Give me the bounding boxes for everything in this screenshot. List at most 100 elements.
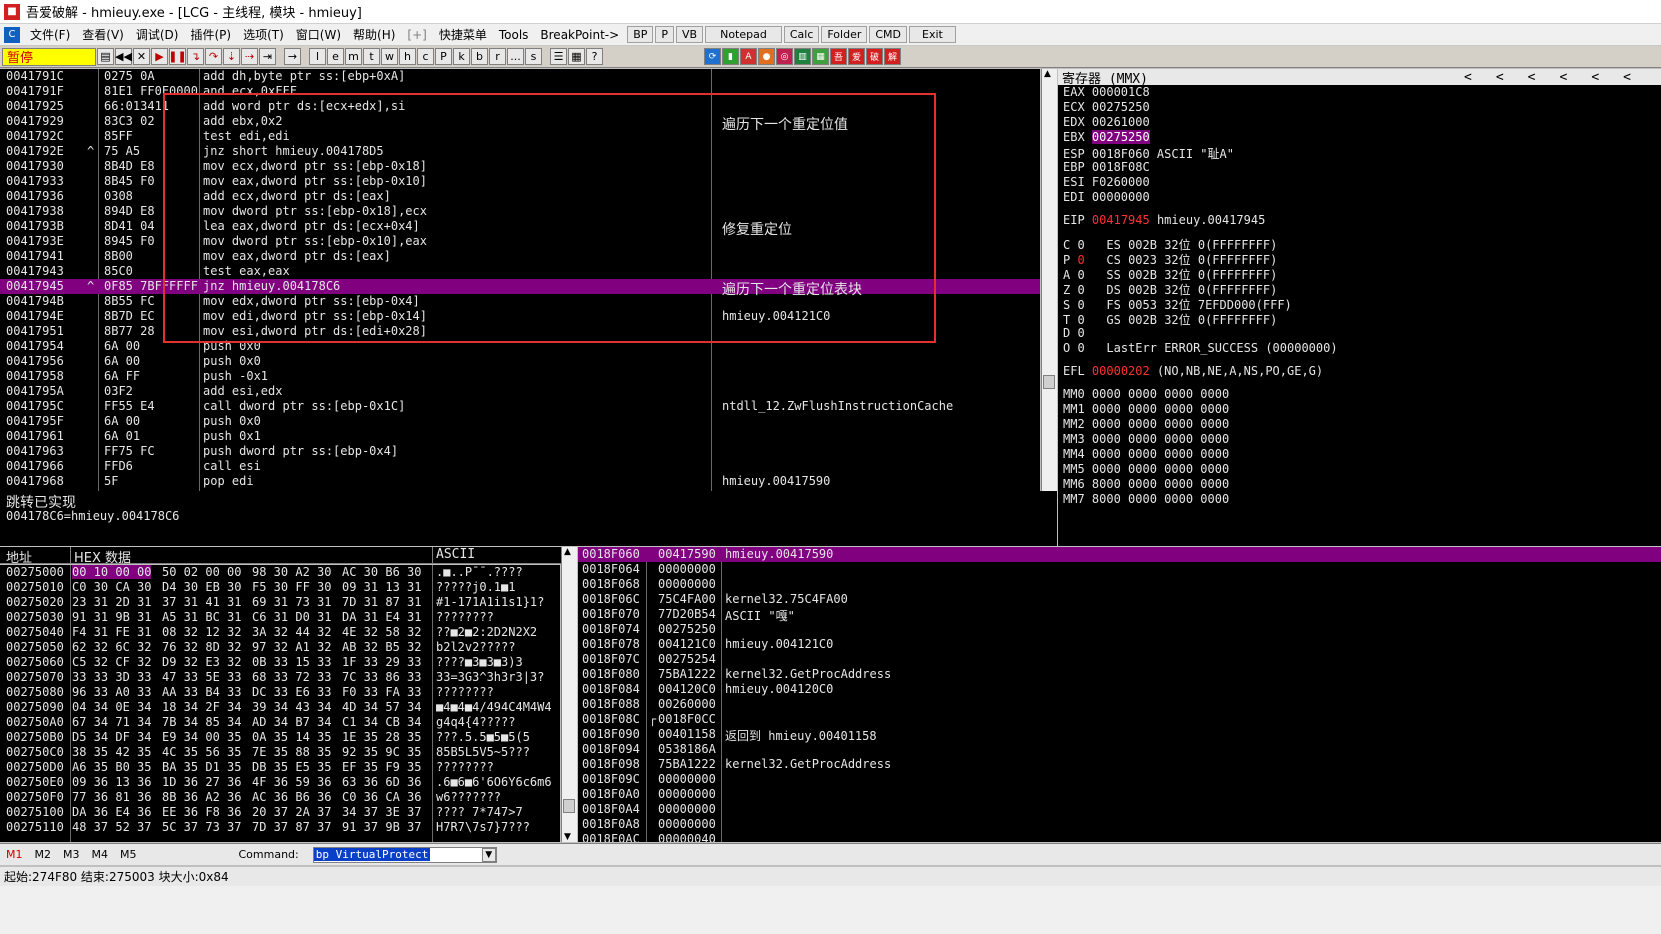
dump-row[interactable]: 00275100 DA 36 E4 36 EE 36 F8 36 20 37 2A 3… xyxy=(0,805,560,820)
dump-row[interactable]: 00275020 23 31 2D 31 37 31 41 31 69 31 73 3… xyxy=(0,595,560,610)
register-line[interactable]: ESI F0260000 xyxy=(1063,175,1150,189)
notepad-button[interactable]: Notepad xyxy=(705,26,782,43)
stack-row[interactable]: 0018F0A0 00000000 xyxy=(578,787,1661,802)
calc-button[interactable]: Calc xyxy=(783,26,820,43)
step-into-icon[interactable]: ↴ xyxy=(187,48,204,65)
step-over-icon[interactable]: ↷ xyxy=(205,48,222,65)
dump-scroll-down-icon[interactable]: ▼ xyxy=(564,832,571,842)
stack-row[interactable]: 0018F0A4 00000000 xyxy=(578,802,1661,817)
dump-row[interactable]: 00275040 F4 31 FE 31 08 32 12 32 3A 32 44 3… xyxy=(0,625,560,640)
dump-row[interactable]: 002750B0 D5 34 DF 34 E9 34 00 35 0A 35 14 3… xyxy=(0,730,560,745)
chart-icon[interactable]: ▥ xyxy=(794,48,811,65)
menu-view[interactable]: 查看(V) xyxy=(76,26,130,43)
dump-row[interactable]: 00275090 04 34 0E 34 18 34 2F 34 39 34 43 3… xyxy=(0,700,560,715)
goto-icon[interactable]: → xyxy=(284,48,301,65)
dump-col-address[interactable]: 地址 xyxy=(6,547,32,566)
tb-e[interactable]: e xyxy=(327,48,344,65)
mmx-line[interactable]: MM3 0000 0000 0000 0000 xyxy=(1063,432,1229,446)
dump-row[interactable]: 002750C0 38 35 42 35 4C 35 56 35 7E 35 88 3… xyxy=(0,745,560,760)
dump-row[interactable]: 00275000 00 10 00 00 50 02 00 00 98 30 A2 3… xyxy=(0,565,560,580)
vb-button[interactable]: VB xyxy=(676,26,704,43)
eip-line[interactable]: EIP 00417945 hmieuy.00417945 xyxy=(1063,213,1265,227)
execute-till-return-icon[interactable]: ⇥ xyxy=(259,48,276,65)
disasm-row[interactable]: 00417961 6A 01 push 0x1 xyxy=(0,429,1040,444)
cmd-button[interactable]: CMD xyxy=(869,26,908,43)
folder-button[interactable]: Folder xyxy=(821,26,868,43)
dump-row[interactable]: 00275080 96 33 A0 33 AA 33 B4 33 DC 33 E6 3… xyxy=(0,685,560,700)
pojie-icon-4[interactable]: 解 xyxy=(884,48,901,65)
calc-icon[interactable]: ▦ xyxy=(812,48,829,65)
dump-row[interactable]: 002750A0 67 34 71 34 7B 34 85 34 AD 34 B7 3… xyxy=(0,715,560,730)
dump-col-hex[interactable]: HEX 数据 xyxy=(74,547,131,566)
list-icon[interactable]: ☰ xyxy=(550,48,567,65)
menu-options[interactable]: 选项(T) xyxy=(237,26,290,43)
mmx-line[interactable]: MM4 0000 0000 0000 0000 xyxy=(1063,447,1229,461)
tb-k[interactable]: k xyxy=(453,48,470,65)
open-icon[interactable]: ▤ xyxy=(97,48,114,65)
command-input[interactable]: bp VirtualProtect ▼ xyxy=(312,846,497,863)
dump-row[interactable]: 00275050 62 32 6C 32 76 32 8D 32 97 32 A1 3… xyxy=(0,640,560,655)
trace-over-icon[interactable]: ⇢ xyxy=(241,48,258,65)
mark-m5[interactable]: M5 xyxy=(114,848,143,861)
dump-pane[interactable]: 00275000 00 10 00 00 50 02 00 00 98 30 A2 3… xyxy=(0,565,560,842)
register-line[interactable]: EDI 00000000 xyxy=(1063,190,1150,204)
bp-button[interactable]: BP xyxy=(627,26,654,43)
refresh-icon[interactable]: ⟳ xyxy=(704,48,721,65)
registers-header[interactable]: 寄存器 (MMX) <<<<<< xyxy=(1058,69,1661,87)
close-icon[interactable]: ✕ xyxy=(133,48,150,65)
pojie-icon-1[interactable]: 吾 xyxy=(830,48,847,65)
menu-breakpoint[interactable]: BreakPoint-> xyxy=(534,28,625,42)
stack-row[interactable]: 0018F08C ┌ 0018F0CC xyxy=(578,712,1661,727)
tb-l[interactable]: l xyxy=(309,48,326,65)
tb-h[interactable]: h xyxy=(399,48,416,65)
register-nav-arrows[interactable]: <<<<<< xyxy=(1464,70,1661,85)
stack-row[interactable]: 0018F070 77D20B54 ASCII "嘎" xyxy=(578,607,1661,623)
dump-scroll-thumb[interactable] xyxy=(563,799,575,813)
grid-icon[interactable]: ▦ xyxy=(568,48,585,65)
scroll-thumb[interactable] xyxy=(1043,375,1055,389)
stack-row[interactable]: 0018F080 75BA1222 kernel32.GetProcAddress xyxy=(578,667,1661,682)
mark-m2[interactable]: M2 xyxy=(29,848,58,861)
stack-row[interactable]: 0018F090 00401158 返回到 hmieuy.00401158 xyxy=(578,727,1661,743)
menu-help[interactable]: 帮助(H) xyxy=(347,26,401,43)
mmx-line[interactable]: MM1 0000 0000 0000 0000 xyxy=(1063,402,1229,416)
stack-row[interactable]: 0018F078 004121C0 hmieuy.004121C0 xyxy=(578,637,1661,652)
register-line[interactable]: EBX 00275250 xyxy=(1063,130,1150,144)
disasm-row[interactable]: 00417958 6A FF push -0x1 xyxy=(0,369,1040,384)
dump-row[interactable]: 002750F0 77 36 81 36 8B 36 A2 36 AC 36 B6 3… xyxy=(0,790,560,805)
stack-row[interactable]: 0018F084 004120C0 hmieuy.004120C0 xyxy=(578,682,1661,697)
scroll-up-icon[interactable]: ▲ xyxy=(1044,69,1051,79)
tb-r[interactable]: r xyxy=(489,48,506,65)
menu-tools[interactable]: Tools xyxy=(493,28,535,42)
tb-t[interactable]: t xyxy=(363,48,380,65)
tb-c[interactable]: c xyxy=(417,48,434,65)
stack-row[interactable]: 0018F088 00260000 xyxy=(578,697,1661,712)
register-line[interactable]: EDX 00261000 xyxy=(1063,115,1150,129)
trace-into-icon[interactable]: ⇣ xyxy=(223,48,240,65)
register-line[interactable]: ECX 00275250 xyxy=(1063,100,1150,114)
disasm-row[interactable]: 0041795C FF55 E4 call dword ptr ss:[ebp-0x… xyxy=(0,399,1040,414)
mmx-line[interactable]: MM7 8000 0000 0000 0000 xyxy=(1063,492,1229,506)
efl-line[interactable]: EFL 00000202 (NO,NB,NE,A,NS,PO,GE,G) xyxy=(1063,364,1323,378)
menu-plugins[interactable]: 插件(P) xyxy=(184,26,237,43)
mark-m3[interactable]: M3 xyxy=(57,848,86,861)
tb-w[interactable]: w xyxy=(381,48,398,65)
a-icon[interactable]: A xyxy=(740,48,757,65)
disasm-row[interactable]: 00417966 FFD6 call esi xyxy=(0,459,1040,474)
rewind-icon[interactable]: ◀◀ xyxy=(115,48,132,65)
dump-col-ascii[interactable]: ASCII xyxy=(436,547,475,562)
disassembly-scrollbar[interactable]: ▲ ▼ xyxy=(1041,69,1057,512)
tb-b[interactable]: b xyxy=(471,48,488,65)
target-icon[interactable]: ◎ xyxy=(776,48,793,65)
stack-row[interactable]: 0018F09C 00000000 xyxy=(578,772,1661,787)
stack-row[interactable]: 0018F0A8 00000000 xyxy=(578,817,1661,832)
register-line[interactable]: EAX 000001C8 xyxy=(1063,85,1150,99)
stack-row[interactable]: 0018F094 0538186A xyxy=(578,742,1661,757)
menu-file[interactable]: 文件(F) xyxy=(24,26,76,43)
pojie-icon-3[interactable]: 破 xyxy=(866,48,883,65)
dump-row[interactable]: 00275110 48 37 52 37 5C 37 73 37 7D 37 87 3… xyxy=(0,820,560,835)
mark-m4[interactable]: M4 xyxy=(86,848,115,861)
mmx-line[interactable]: MM6 8000 0000 0000 0000 xyxy=(1063,477,1229,491)
chevron-down-icon[interactable]: ▼ xyxy=(481,847,496,862)
flag-line[interactable]: D 0 xyxy=(1063,326,1106,340)
